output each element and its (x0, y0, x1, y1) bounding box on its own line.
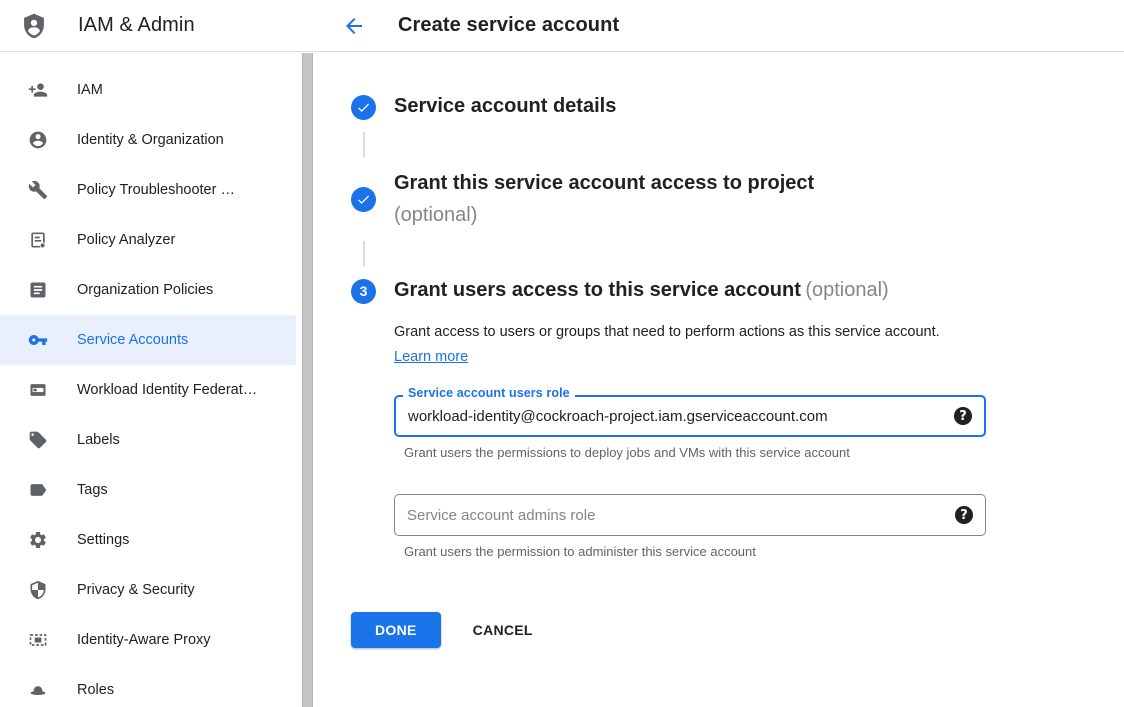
sidebar-item-workload-identity-federation[interactable]: Workload Identity Federat… (0, 365, 296, 415)
stepper-connector (363, 241, 365, 266)
users-role-field-label: Service account users role (403, 386, 575, 400)
sidebar-item-identity-organization[interactable]: Identity & Organization (0, 115, 296, 165)
document-lines-icon (28, 280, 48, 300)
sidebar-nav: IAM Identity & Organization Policy Troub… (0, 52, 302, 707)
step-grant-users-access[interactable]: 3 Grant users access to this service acc… (351, 276, 1084, 306)
sidebar-item-label: Service Accounts (77, 332, 188, 348)
sidebar-item-label: Settings (77, 532, 129, 548)
sidebar-item-label: Identity & Organization (77, 132, 224, 148)
gear-icon (28, 530, 48, 550)
shield-icon (28, 580, 48, 600)
sidebar-header: IAM & Admin (0, 0, 315, 52)
step-title: Grant users access to this service accou… (394, 279, 801, 301)
sidebar-item-labels[interactable]: Labels (0, 415, 296, 465)
sidebar-item-label: Identity-Aware Proxy (77, 632, 211, 648)
sidebar: IAM & Admin IAM Identity & Organization … (0, 0, 315, 707)
sidebar-item-iam[interactable]: IAM (0, 65, 296, 115)
step-complete-check-icon (351, 95, 376, 120)
sidebar-item-tags[interactable]: Tags (0, 465, 296, 515)
sidebar-item-label: Privacy & Security (77, 582, 195, 598)
create-service-account-form: Service account details Grant this servi… (315, 52, 1124, 648)
sidebar-item-label: Roles (77, 682, 114, 698)
proxy-icon (28, 630, 48, 650)
sidebar-item-label: Policy Troubleshooter … (77, 182, 235, 198)
help-icon[interactable]: ? (954, 407, 972, 425)
sidebar-item-label: Policy Analyzer (77, 232, 175, 248)
sidebar-item-label: Labels (77, 432, 120, 448)
sidebar-item-roles[interactable]: Roles (0, 665, 296, 707)
sidebar-title: IAM & Admin (78, 14, 195, 37)
document-gear-icon (28, 230, 48, 250)
step-service-account-details[interactable]: Service account details (351, 92, 1084, 122)
page-header: Create service account (315, 0, 1124, 52)
admins-role-field-group: ? (394, 494, 986, 536)
step-optional-label: (optional) (394, 199, 814, 231)
users-role-field: ? (394, 395, 986, 437)
cancel-button[interactable]: CANCEL (473, 622, 533, 638)
sidebar-item-privacy-security[interactable]: Privacy & Security (0, 565, 296, 615)
key-icon (28, 330, 48, 350)
sidebar-item-settings[interactable]: Settings (0, 515, 296, 565)
step-title: Grant this service account access to pro… (394, 167, 814, 199)
users-role-field-group: Service account users role ? (394, 395, 986, 437)
learn-more-link[interactable]: Learn more (394, 349, 468, 365)
hat-icon (28, 680, 48, 700)
tag-icon (28, 430, 48, 450)
card-icon (28, 380, 48, 400)
users-role-helper-text: Grant users the permissions to deploy jo… (404, 445, 1084, 460)
admins-role-input[interactable] (395, 507, 955, 524)
sidebar-item-label: Organization Policies (77, 282, 213, 298)
step-description: Grant access to users or groups that nee… (394, 320, 950, 370)
account-circle-icon (28, 130, 48, 150)
main-panel: Create service account Service account d… (315, 0, 1124, 707)
back-arrow-icon[interactable] (342, 14, 366, 38)
done-button[interactable]: DONE (351, 612, 441, 648)
admins-role-helper-text: Grant users the permission to administer… (404, 544, 1084, 559)
sidebar-item-label: Workload Identity Federat… (77, 382, 257, 398)
sidebar-item-service-accounts[interactable]: Service Accounts (0, 315, 296, 365)
sidebar-scrollbar[interactable] (302, 53, 313, 707)
label-arrow-icon (28, 480, 48, 500)
sidebar-item-identity-aware-proxy[interactable]: Identity-Aware Proxy (0, 615, 296, 665)
admins-role-field: ? (394, 494, 986, 536)
sidebar-item-policy-analyzer[interactable]: Policy Analyzer (0, 215, 296, 265)
sidebar-item-organization-policies[interactable]: Organization Policies (0, 265, 296, 315)
users-role-input[interactable] (396, 408, 954, 425)
person-add-icon (28, 80, 48, 100)
form-actions: DONE CANCEL (351, 612, 1084, 648)
stepper-connector (363, 132, 365, 157)
sidebar-item-label: IAM (77, 82, 103, 98)
help-icon[interactable]: ? (955, 506, 973, 524)
gcp-console-window: IAM & Admin IAM Identity & Organization … (0, 0, 1124, 707)
wrench-icon (28, 180, 48, 200)
iam-admin-shield-icon (20, 10, 48, 42)
sidebar-item-label: Tags (77, 482, 108, 498)
step-grant-access-to-project[interactable]: Grant this service account access to pro… (351, 167, 1084, 231)
step-title: Service account details (394, 95, 616, 117)
step-optional-label: (optional) (805, 279, 888, 301)
sidebar-item-policy-troubleshooter[interactable]: Policy Troubleshooter … (0, 165, 296, 215)
page-title: Create service account (398, 14, 619, 37)
step-number-badge: 3 (351, 279, 376, 304)
step-complete-check-icon (351, 187, 376, 212)
